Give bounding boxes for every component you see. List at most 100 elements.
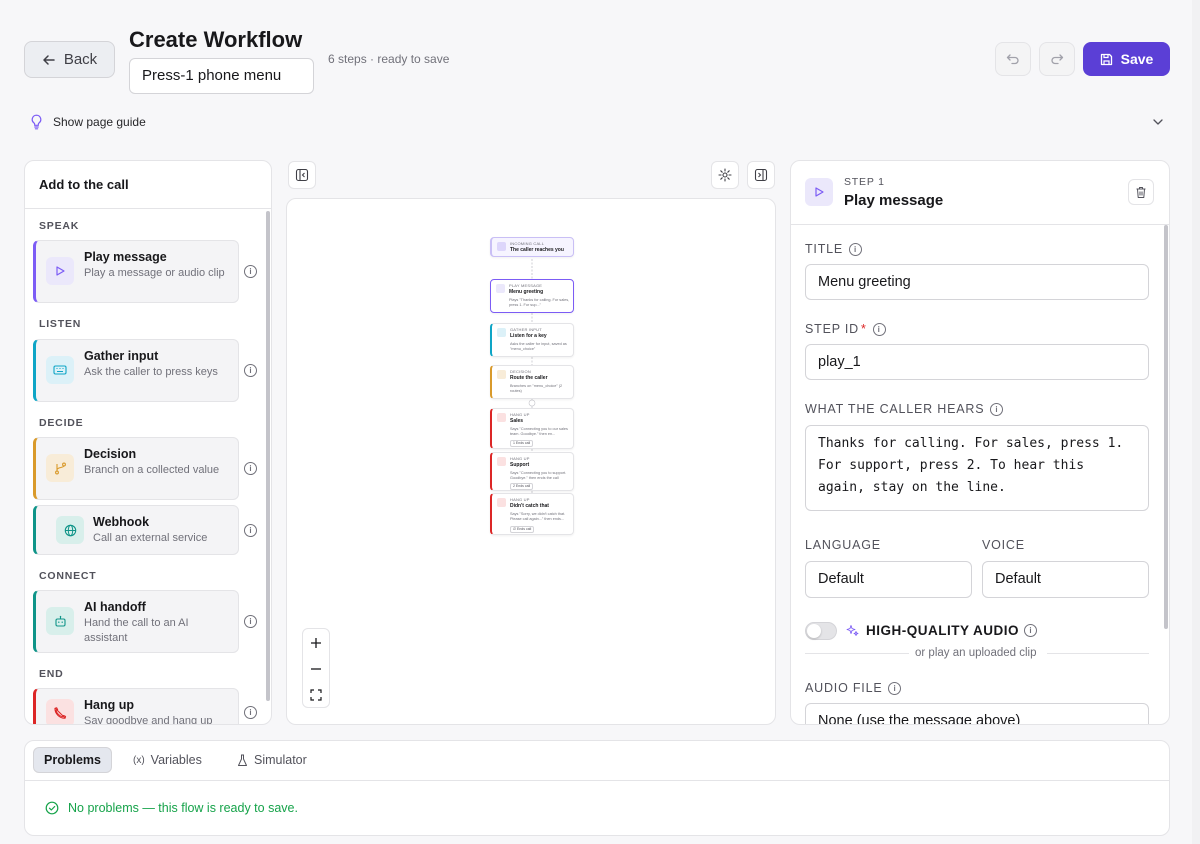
flow-node-sales[interactable]: HANG UP Sales Says "Connecting you to ou… bbox=[490, 408, 574, 449]
flask-icon bbox=[237, 754, 248, 767]
zoom-controls bbox=[302, 628, 330, 708]
palette-item-ai-handoff[interactable]: AI handoff Hand the call to an AI assist… bbox=[33, 590, 239, 653]
tab-variables[interactable]: (x) Variables bbox=[123, 747, 212, 773]
info-icon[interactable]: i bbox=[990, 402, 1004, 416]
tab-label: Variables bbox=[150, 753, 202, 767]
audio-file-field-label: AUDIO FILE i bbox=[805, 681, 902, 695]
save-button[interactable]: Save bbox=[1083, 42, 1170, 76]
flow-node-menu-greeting[interactable]: PLAY MESSAGE Menu greeting Plays "Thanks… bbox=[490, 279, 574, 313]
palette-scrollbar[interactable] bbox=[266, 211, 270, 701]
palette-item-webhook[interactable]: Webhook Call an external service bbox=[33, 505, 239, 555]
flow-canvas[interactable]: INCOMING CALL The caller reaches you PLA… bbox=[286, 198, 776, 725]
palette-item-desc: Hand the call to an AI assistant bbox=[84, 617, 189, 644]
flow-node-listen-for-key[interactable]: GATHER INPUT Listen for a key Asks the c… bbox=[490, 323, 574, 357]
collapse-left-panel-button[interactable] bbox=[288, 161, 316, 189]
collapse-right-panel-button[interactable] bbox=[747, 161, 775, 189]
required-marker: * bbox=[861, 322, 867, 336]
page-guide-toggle[interactable]: Show page guide bbox=[30, 114, 146, 130]
node-kind: PLAY MESSAGE bbox=[509, 283, 543, 288]
guide-label: Show page guide bbox=[53, 115, 146, 129]
info-icon[interactable]: i bbox=[1024, 624, 1037, 637]
node-chip: ∅ Ends call bbox=[510, 526, 535, 533]
redo-icon bbox=[1050, 52, 1064, 66]
language-select[interactable]: Default bbox=[805, 561, 972, 598]
node-title: Sales bbox=[510, 418, 524, 424]
info-icon[interactable]: i bbox=[244, 265, 257, 278]
caller-hears-field-label: WHAT THE CALLER HEARS i bbox=[805, 402, 1004, 416]
node-desc: Says "Sorry, we didn't catch that. Pleas… bbox=[510, 512, 566, 521]
back-button[interactable]: Back bbox=[24, 41, 115, 78]
flow-node-incoming-call[interactable]: INCOMING CALL The caller reaches you bbox=[490, 237, 574, 257]
flow-node-didnt-catch[interactable]: HANG UP Didn't catch that Says "Sorry, w… bbox=[490, 493, 574, 535]
info-icon[interactable]: i bbox=[849, 242, 863, 256]
tab-label: Problems bbox=[44, 753, 101, 767]
flow-node-route-caller[interactable]: DECISION Route the caller Branches on "m… bbox=[490, 365, 574, 399]
tab-simulator[interactable]: Simulator bbox=[227, 747, 317, 773]
bottom-tabs: Problems (x) Variables Simulator bbox=[25, 741, 1169, 781]
canvas-settings-button[interactable] bbox=[711, 161, 739, 189]
chevron-down-icon[interactable] bbox=[1152, 117, 1164, 127]
fit-view-button[interactable] bbox=[303, 682, 329, 708]
audio-file-select[interactable]: None (use the message above) bbox=[805, 703, 1149, 724]
section-decide: DECIDE bbox=[39, 417, 84, 429]
delete-step-button[interactable] bbox=[1128, 179, 1154, 205]
title-input[interactable]: Menu greeting bbox=[805, 264, 1149, 300]
palette-item-decision[interactable]: Decision Branch on a collected value bbox=[33, 437, 239, 500]
workflow-name-input[interactable]: Press-1 phone menu bbox=[129, 58, 314, 94]
palette-item-hang-up[interactable]: Hang up Say goodbye and hang up bbox=[33, 688, 239, 724]
section-connect: CONNECT bbox=[39, 570, 97, 582]
arrow-left-icon bbox=[42, 53, 56, 67]
step-palette: Add to the call SPEAK Play message Play … bbox=[24, 160, 272, 725]
info-icon[interactable]: i bbox=[244, 524, 257, 537]
phone-icon bbox=[497, 242, 506, 251]
language-field-label: LANGUAGE bbox=[805, 538, 881, 552]
palette-item-title: Webhook bbox=[93, 515, 150, 529]
info-icon[interactable]: i bbox=[244, 462, 257, 475]
fullscreen-icon bbox=[310, 689, 322, 701]
info-icon[interactable]: i bbox=[244, 615, 257, 628]
redo-button[interactable] bbox=[1039, 42, 1075, 76]
flow-node-support[interactable]: HANG UP Support Says "Connecting you to … bbox=[490, 452, 574, 491]
bottom-panel: Problems (x) Variables Simulator No prob… bbox=[24, 740, 1170, 836]
check-circle-icon bbox=[45, 801, 59, 815]
node-kind: DECISION bbox=[510, 369, 531, 374]
info-icon[interactable]: i bbox=[244, 364, 257, 377]
step-inspector: STEP 1 Play message TITLE i Menu greetin… bbox=[790, 160, 1170, 725]
node-chip: 2 Ends call bbox=[510, 483, 534, 490]
zoom-in-button[interactable] bbox=[303, 630, 329, 656]
palette-item-desc: Branch on a collected value bbox=[84, 464, 220, 476]
palette-item-title: Decision bbox=[84, 447, 137, 461]
step-id-input[interactable]: play_1 bbox=[805, 344, 1149, 380]
info-icon[interactable]: i bbox=[872, 322, 886, 336]
voice-select[interactable]: Default bbox=[982, 561, 1149, 598]
palette-item-desc: Call an external service bbox=[93, 532, 208, 544]
high-quality-audio-toggle[interactable] bbox=[805, 622, 837, 640]
high-quality-audio-label: HIGH-QUALITY AUDIO bbox=[866, 623, 1019, 638]
phone-off-icon bbox=[497, 498, 506, 507]
node-kind: HANG UP bbox=[510, 497, 530, 502]
node-desc: Asks the caller for input, saved as "men… bbox=[510, 342, 567, 351]
node-title: Didn't catch that bbox=[510, 503, 549, 509]
floppy-disk-icon bbox=[1100, 53, 1113, 66]
save-label: Save bbox=[1120, 51, 1154, 67]
play-icon bbox=[46, 257, 74, 285]
palette-item-gather-input[interactable]: Gather input Ask the caller to press key… bbox=[33, 339, 239, 402]
zoom-out-button[interactable] bbox=[303, 656, 329, 682]
node-title: Route the caller bbox=[510, 375, 548, 381]
page-scrollbar[interactable] bbox=[1192, 0, 1200, 844]
palette-item-desc: Ask the caller to press keys bbox=[84, 366, 218, 378]
node-desc: Plays "Thanks for calling. For sales, pr… bbox=[509, 298, 570, 307]
palette-item-title: AI handoff bbox=[84, 600, 146, 614]
lightbulb-icon bbox=[30, 114, 43, 130]
phone-off-icon bbox=[497, 413, 506, 422]
undo-button[interactable] bbox=[995, 42, 1031, 76]
inspector-scrollbar[interactable] bbox=[1164, 225, 1168, 629]
info-icon[interactable]: i bbox=[888, 681, 902, 695]
message-textarea[interactable]: Thanks for calling. For sales, press 1. … bbox=[805, 425, 1149, 511]
info-icon[interactable]: i bbox=[244, 706, 257, 719]
node-desc: Says "Connecting you to our sales team. … bbox=[510, 427, 568, 436]
palette-item-play-message[interactable]: Play message Play a message or audio cli… bbox=[33, 240, 239, 303]
node-kind: HANG UP bbox=[510, 456, 530, 461]
tab-problems[interactable]: Problems bbox=[33, 747, 112, 773]
back-label: Back bbox=[63, 51, 98, 68]
